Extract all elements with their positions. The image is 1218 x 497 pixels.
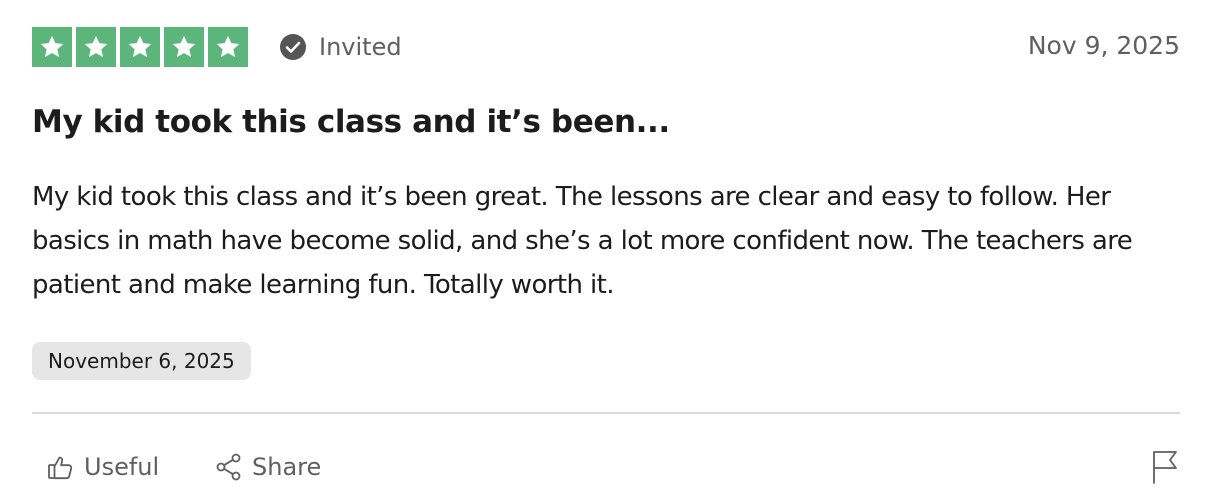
thumbs-up-icon: [46, 452, 76, 482]
flag-icon: [1150, 451, 1180, 489]
experience-date-badge: November 6, 2025: [32, 342, 251, 380]
star-rating: [32, 27, 248, 67]
divider: [32, 412, 1180, 414]
invited-badge[interactable]: Invited: [279, 32, 402, 62]
share-button[interactable]: Share: [214, 447, 321, 487]
review-header: Invited Nov 9, 2025: [32, 27, 1180, 67]
review-title[interactable]: My kid took this class and it’s been...: [32, 102, 670, 142]
star-icon: [208, 27, 248, 67]
report-button[interactable]: [1150, 449, 1180, 485]
star-icon: [164, 27, 204, 67]
star-icon: [120, 27, 160, 67]
star-icon: [32, 27, 72, 67]
review-body: My kid took this class and it’s been gre…: [32, 182, 1133, 300]
review-actions: Useful Share: [32, 447, 1180, 487]
useful-button[interactable]: Useful: [46, 447, 159, 487]
share-label: Share: [252, 453, 322, 481]
check-circle-icon: [279, 33, 307, 61]
review-date: Nov 9, 2025: [1027, 31, 1180, 60]
review-card: Invited Nov 9, 2025 My kid took this cla…: [32, 27, 1180, 492]
share-icon: [214, 452, 244, 482]
useful-label: Useful: [84, 453, 160, 481]
invited-label: Invited: [319, 33, 402, 61]
star-icon: [76, 27, 116, 67]
